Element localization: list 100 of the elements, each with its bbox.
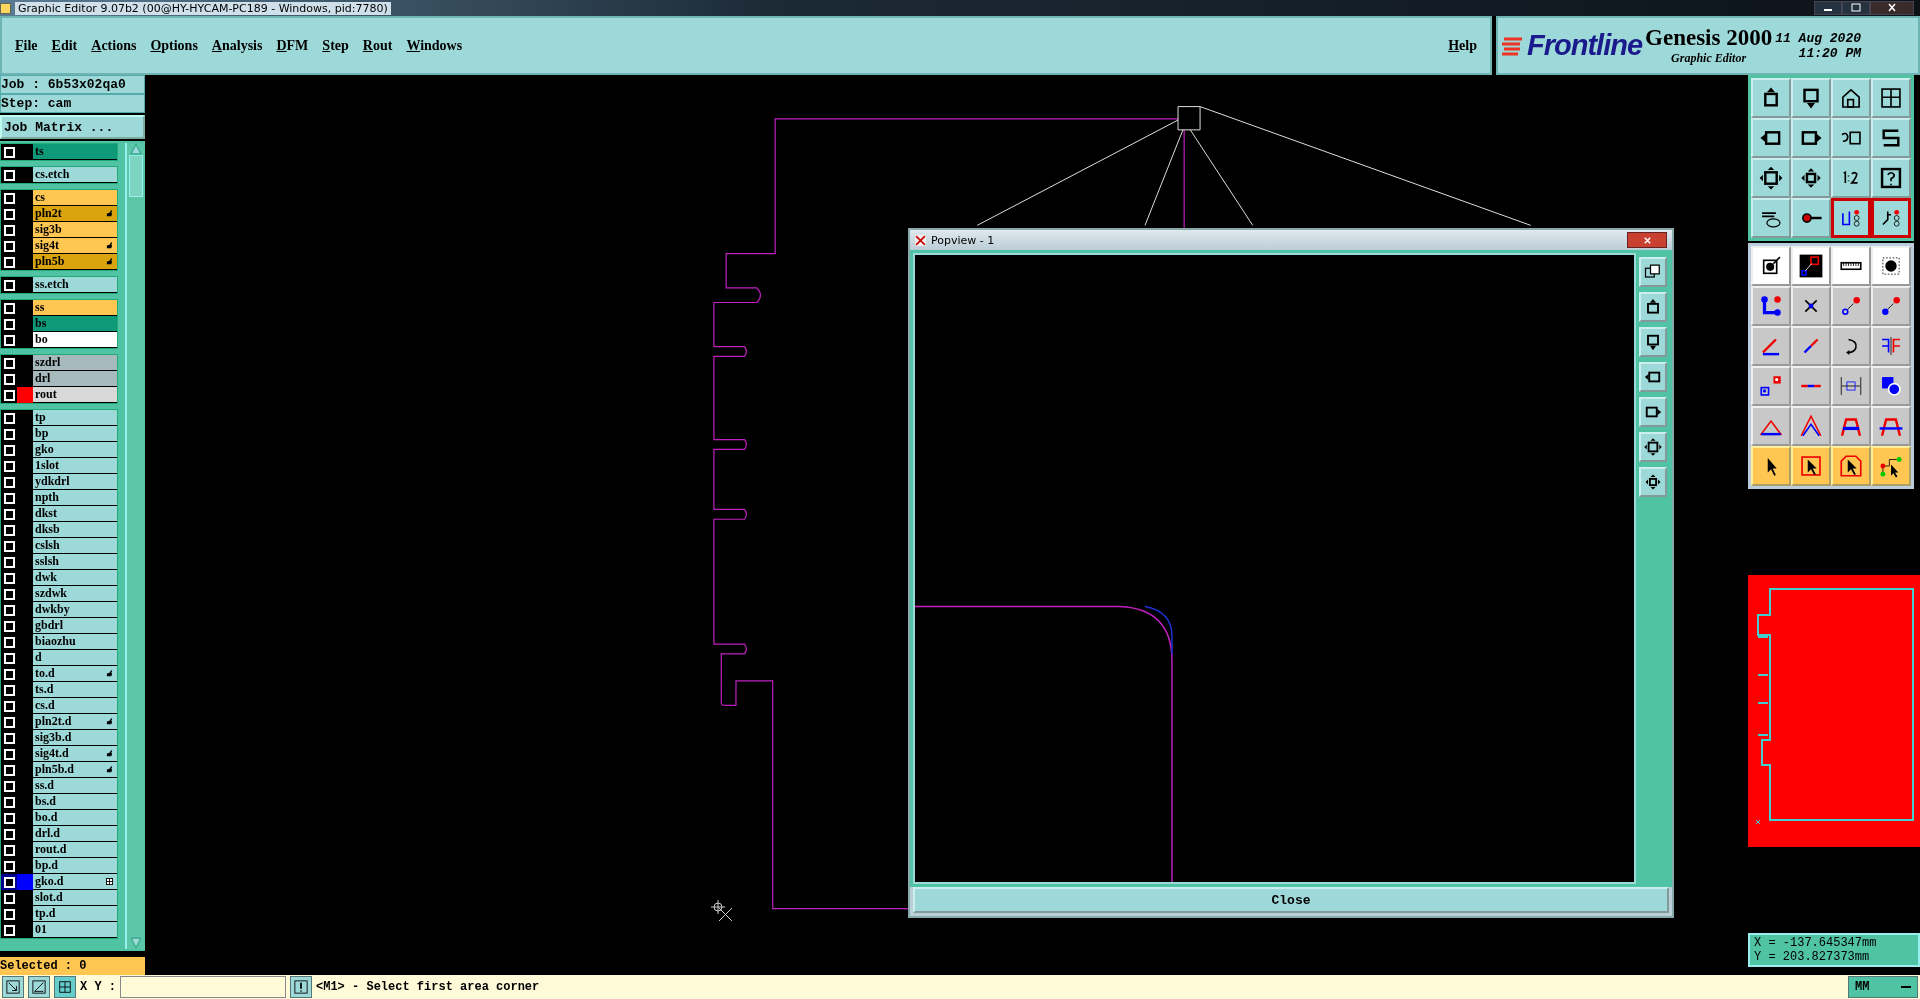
- layer-item[interactable]: pln5b.d: [33, 762, 117, 778]
- alert-icon[interactable]: [290, 976, 312, 998]
- line-segment-icon[interactable]: [1791, 366, 1831, 406]
- layer-item[interactable]: sig4t.d: [33, 746, 117, 762]
- layer-select-box[interactable]: [1, 634, 17, 650]
- layer-select-box[interactable]: [1, 810, 17, 826]
- ruler-icon[interactable]: [1831, 246, 1871, 286]
- layer-item[interactable]: sig3b.d: [33, 730, 117, 746]
- menu-item[interactable]: Options: [143, 33, 205, 58]
- layer-link-icon[interactable]: [1791, 246, 1831, 286]
- layer-item[interactable]: 01: [33, 922, 117, 938]
- layer-select-box[interactable]: [1, 906, 17, 922]
- job-matrix-button[interactable]: Job Matrix ...: [0, 115, 145, 139]
- maximize-icon[interactable]: [1842, 1, 1870, 15]
- connect-nodes-icon[interactable]: [1751, 286, 1791, 326]
- menu-item[interactable]: Analysis: [204, 33, 270, 58]
- layer-item[interactable]: npth: [33, 490, 117, 506]
- layer-item[interactable]: dkst: [33, 506, 117, 522]
- zoom-fit-icon[interactable]: [1751, 158, 1791, 198]
- copy-node-icon[interactable]: [1871, 286, 1911, 326]
- ratio-icon[interactable]: [1831, 158, 1871, 198]
- layer-select-box[interactable]: [1, 698, 17, 714]
- layer-select-box[interactable]: [1, 538, 17, 554]
- arrow-left-box-icon[interactable]: [1751, 118, 1791, 158]
- layer-select-box[interactable]: [1, 858, 17, 874]
- layer-item[interactable]: cs: [33, 190, 117, 206]
- help-box-icon[interactable]: [1871, 158, 1911, 198]
- layer-select-box[interactable]: [1, 618, 17, 634]
- close-icon[interactable]: [1627, 232, 1667, 248]
- layer-select-box[interactable]: [1, 316, 17, 332]
- measure-width-icon[interactable]: [1831, 366, 1871, 406]
- layer-select-box[interactable]: [1, 300, 17, 316]
- layer-select-box[interactable]: [1, 746, 17, 762]
- layer-select-box[interactable]: [1, 442, 17, 458]
- layer-item[interactable]: rout.d: [33, 842, 117, 858]
- menu-item[interactable]: Edit: [44, 33, 85, 58]
- layer-select-box[interactable]: [1, 355, 17, 371]
- layer-select-box[interactable]: [1, 222, 17, 238]
- layer-select-box[interactable]: [1, 506, 17, 522]
- layer-select-box[interactable]: [1, 650, 17, 666]
- layer-select-box[interactable]: [1, 842, 17, 858]
- help-menu[interactable]: Help: [1441, 33, 1484, 58]
- arrow-right-box-icon[interactable]: [1791, 118, 1831, 158]
- layer-item[interactable]: 1slot: [33, 458, 117, 474]
- layer-item[interactable]: cs.d: [33, 698, 117, 714]
- layer-select-box[interactable]: [1, 570, 17, 586]
- layer-select-box[interactable]: [1, 458, 17, 474]
- layer-item[interactable]: bo.d: [33, 810, 117, 826]
- window-stack-icon[interactable]: [1639, 257, 1667, 287]
- menu-item[interactable]: Windows: [399, 33, 470, 58]
- s-shape-icon[interactable]: [1871, 118, 1911, 158]
- cross-node-icon[interactable]: [1791, 286, 1831, 326]
- layer-item[interactable]: ydkdrl: [33, 474, 117, 490]
- pointer-icon[interactable]: [1751, 446, 1791, 486]
- overlap-shapes-icon[interactable]: [1871, 366, 1911, 406]
- layer-select-box[interactable]: [1, 922, 17, 938]
- layer-select-box[interactable]: [1, 794, 17, 810]
- layer-item[interactable]: pln2t.d: [33, 714, 117, 730]
- layer-item[interactable]: gko.d: [33, 874, 117, 890]
- move-pad-icon[interactable]: [1751, 366, 1791, 406]
- tools-palette-icon[interactable]: [1751, 198, 1791, 238]
- layer-item[interactable]: to.d: [33, 666, 117, 682]
- scrollbar[interactable]: [125, 143, 145, 949]
- layer-select-box[interactable]: [1, 332, 17, 348]
- layer-item[interactable]: ts.d: [33, 682, 117, 698]
- close-icon[interactable]: [1870, 1, 1914, 15]
- layer-item[interactable]: sig4t: [33, 238, 117, 254]
- layer-item[interactable]: bp: [33, 426, 117, 442]
- layer-item[interactable]: sslsh: [33, 554, 117, 570]
- upload-icon[interactable]: [1751, 78, 1791, 118]
- layer-item[interactable]: rout: [33, 387, 117, 403]
- layer-item[interactable]: d: [33, 650, 117, 666]
- undo-box-icon[interactable]: [1831, 118, 1871, 158]
- layer-item[interactable]: tp.d: [33, 906, 117, 922]
- layer-item[interactable]: tp: [33, 410, 117, 426]
- layer-item[interactable]: ss: [33, 300, 117, 316]
- layer-select-box[interactable]: [1, 371, 17, 387]
- zoom-in-icon[interactable]: [1639, 467, 1667, 497]
- minimize-icon[interactable]: [1814, 1, 1842, 15]
- download-icon[interactable]: [1791, 78, 1831, 118]
- menu-item[interactable]: Step: [315, 33, 356, 58]
- layer-item[interactable]: pln5b: [33, 254, 117, 270]
- layer-select-box[interactable]: [1, 522, 17, 538]
- trapezoid-icon[interactable]: [1871, 406, 1911, 446]
- layer-select-box[interactable]: [1, 874, 17, 890]
- layer-select-box[interactable]: [1, 238, 17, 254]
- layer-select-box[interactable]: [1, 762, 17, 778]
- house-icon[interactable]: [1831, 78, 1871, 118]
- layer-item[interactable]: cslsh: [33, 538, 117, 554]
- download-icon[interactable]: [1639, 327, 1667, 357]
- layer-select-box[interactable]: [1, 666, 17, 682]
- layer-select-box[interactable]: [1, 190, 17, 206]
- units-dropdown[interactable]: MM: [1848, 976, 1918, 998]
- layer-item[interactable]: bs.d: [33, 794, 117, 810]
- layer-item[interactable]: dksb: [33, 522, 117, 538]
- upload-icon[interactable]: [1639, 292, 1667, 322]
- arrow-left-box-icon[interactable]: [1639, 362, 1667, 392]
- probe-icon[interactable]: [1791, 198, 1831, 238]
- layer-select-box[interactable]: [1, 254, 17, 270]
- mirror-icon[interactable]: [1871, 326, 1911, 366]
